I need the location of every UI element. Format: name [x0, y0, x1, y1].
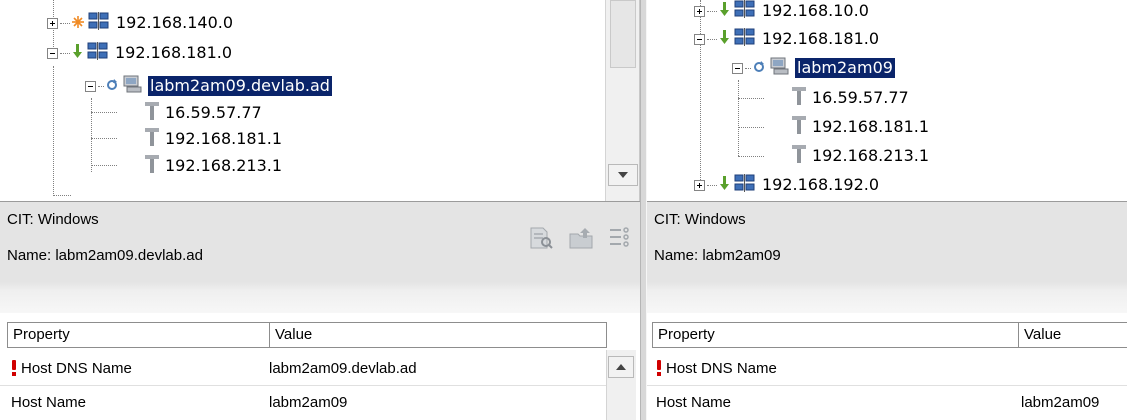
tree-node-ip[interactable]: 16.59.57.77 [792, 85, 911, 111]
tree-node-network[interactable]: 192.168.181.0 [47, 40, 234, 66]
table-row[interactable]: Host Name labm2am09 [652, 386, 1127, 418]
refresh-status-icon [106, 77, 118, 95]
host-icon [769, 56, 791, 80]
tree-node-ip[interactable]: 192.168.181.1 [792, 114, 931, 140]
grid-vertical-scrollbar[interactable] [606, 350, 636, 420]
tree-node-network[interactable]: 192.168.181.0 [694, 26, 881, 52]
ip-icon [145, 155, 159, 177]
property-name: Host DNS Name [666, 359, 777, 377]
table-row[interactable]: Host DNS Name labm2am09.devlab.ad [7, 352, 607, 384]
scroll-down-button[interactable] [608, 164, 638, 186]
ci-info-panel: CIT: Windows Name: labm2am09.devlab.ad [0, 201, 640, 313]
network-icon [87, 42, 109, 64]
network-icon [734, 174, 756, 196]
tree-node-label: 192.168.181.1 [812, 117, 930, 136]
tree-node-label: 192.168.192.0 [762, 175, 880, 194]
ip-icon [145, 102, 159, 124]
ip-icon [145, 128, 159, 150]
column-header-property[interactable]: Property [652, 323, 1018, 347]
expand-icon[interactable] [694, 179, 705, 191]
find-document-icon[interactable] [528, 226, 554, 250]
required-icon [11, 360, 17, 376]
property-value: labm2am09 [1021, 393, 1100, 411]
tree-node-ip[interactable]: 192.168.213.1 [145, 153, 284, 179]
tree-node-network[interactable]: 192.168.140.0 [47, 10, 235, 36]
collapse-icon[interactable] [694, 33, 705, 45]
ci-name-label: Name: labm2am09.devlab.ad [7, 247, 203, 264]
down-arrow-status-icon [719, 176, 730, 194]
tree-node-label: 192.168.181.0 [115, 43, 233, 62]
tree-node-ip[interactable]: 16.59.57.77 [145, 100, 264, 126]
ip-icon [792, 116, 806, 138]
column-header-property[interactable]: Property [7, 323, 269, 347]
ci-name-label: Name: labm2am09 [654, 247, 781, 264]
topology-tree[interactable]: 192.168.10.0 192.168.181.0 labm2am09 16.… [647, 0, 1127, 201]
grid-header: Property Value [652, 322, 1127, 348]
tree-node-ip[interactable]: 192.168.181.1 [145, 126, 284, 152]
down-arrow-status-icon [719, 2, 730, 20]
sun-status-icon [72, 14, 84, 32]
ip-icon [792, 87, 806, 109]
required-icon [656, 360, 662, 376]
tree-node-label: labm2am09 [795, 58, 895, 78]
down-arrow-status-icon [72, 44, 83, 62]
table-row[interactable]: Host Name labm2am09 [7, 386, 607, 418]
properties-grid: Property Value Host DNS Name Host Name l… [647, 313, 1127, 420]
collapse-icon[interactable] [85, 80, 96, 92]
tree-node-host[interactable]: labm2am09 [732, 55, 895, 81]
tree-node-network[interactable]: 192.168.10.0 [694, 0, 871, 24]
property-name: Host Name [11, 393, 87, 411]
split-pane-divider[interactable] [640, 0, 647, 420]
scrollbar-thumb[interactable] [610, 0, 636, 68]
tree-node-host[interactable]: labm2am09.devlab.ad [85, 73, 332, 99]
list-options-icon[interactable] [610, 226, 630, 250]
column-header-value[interactable]: Value [269, 323, 607, 347]
tree-vertical-scrollbar[interactable] [605, 0, 639, 201]
grid-header: Property Value [7, 322, 607, 348]
tree-node-network[interactable]: 192.168.192.0 [694, 172, 881, 198]
tree-node-label: 192.168.213.1 [165, 156, 283, 175]
scroll-up-button[interactable] [608, 356, 634, 378]
property-name: Host Name [656, 393, 732, 411]
topology-tree[interactable]: 192.168.140.0 192.168.181.0 labm2am09.de… [0, 0, 640, 201]
network-icon [734, 28, 756, 50]
collapse-icon[interactable] [47, 47, 58, 59]
tree-node-label: 192.168.181.0 [762, 29, 880, 48]
expand-icon[interactable] [47, 17, 58, 29]
cit-label: CIT: Windows [654, 211, 746, 228]
chevron-up-icon [616, 364, 626, 370]
tree-node-label: 16.59.57.77 [165, 103, 262, 122]
property-name: Host DNS Name [21, 359, 132, 377]
properties-grid: Property Value Host DNS Name labm2am09.d… [0, 313, 640, 420]
tree-node-label: 16.59.57.77 [812, 88, 909, 107]
refresh-status-icon [753, 59, 765, 77]
expand-icon[interactable] [694, 5, 705, 17]
property-value: labm2am09.devlab.ad [269, 359, 417, 377]
tree-node-label: labm2am09.devlab.ad [148, 76, 332, 96]
right-compare-pane: 192.168.10.0 192.168.181.0 labm2am09 16.… [647, 0, 1127, 420]
tree-node-label: 192.168.213.1 [812, 146, 930, 165]
tree-node-ip[interactable]: 192.168.213.1 [792, 143, 931, 169]
tree-node-label: 192.168.140.0 [116, 13, 234, 32]
column-header-value[interactable]: Value [1018, 323, 1127, 347]
down-arrow-status-icon [719, 30, 730, 48]
left-compare-pane: 192.168.140.0 192.168.181.0 labm2am09.de… [0, 0, 640, 420]
export-folder-icon[interactable] [568, 226, 596, 250]
chevron-down-icon [618, 172, 628, 178]
info-toolbar [528, 226, 630, 250]
ip-icon [792, 145, 806, 167]
host-icon [122, 74, 144, 98]
network-icon [88, 12, 110, 34]
table-row[interactable]: Host DNS Name [652, 352, 1127, 384]
tree-node-label: 192.168.181.1 [165, 129, 283, 148]
ci-info-panel: CIT: Windows Name: labm2am09 [647, 201, 1127, 313]
cit-label: CIT: Windows [7, 211, 99, 228]
property-value: labm2am09 [269, 393, 348, 411]
collapse-icon[interactable] [732, 62, 743, 74]
tree-node-label: 192.168.10.0 [762, 1, 869, 20]
network-icon [734, 0, 756, 22]
